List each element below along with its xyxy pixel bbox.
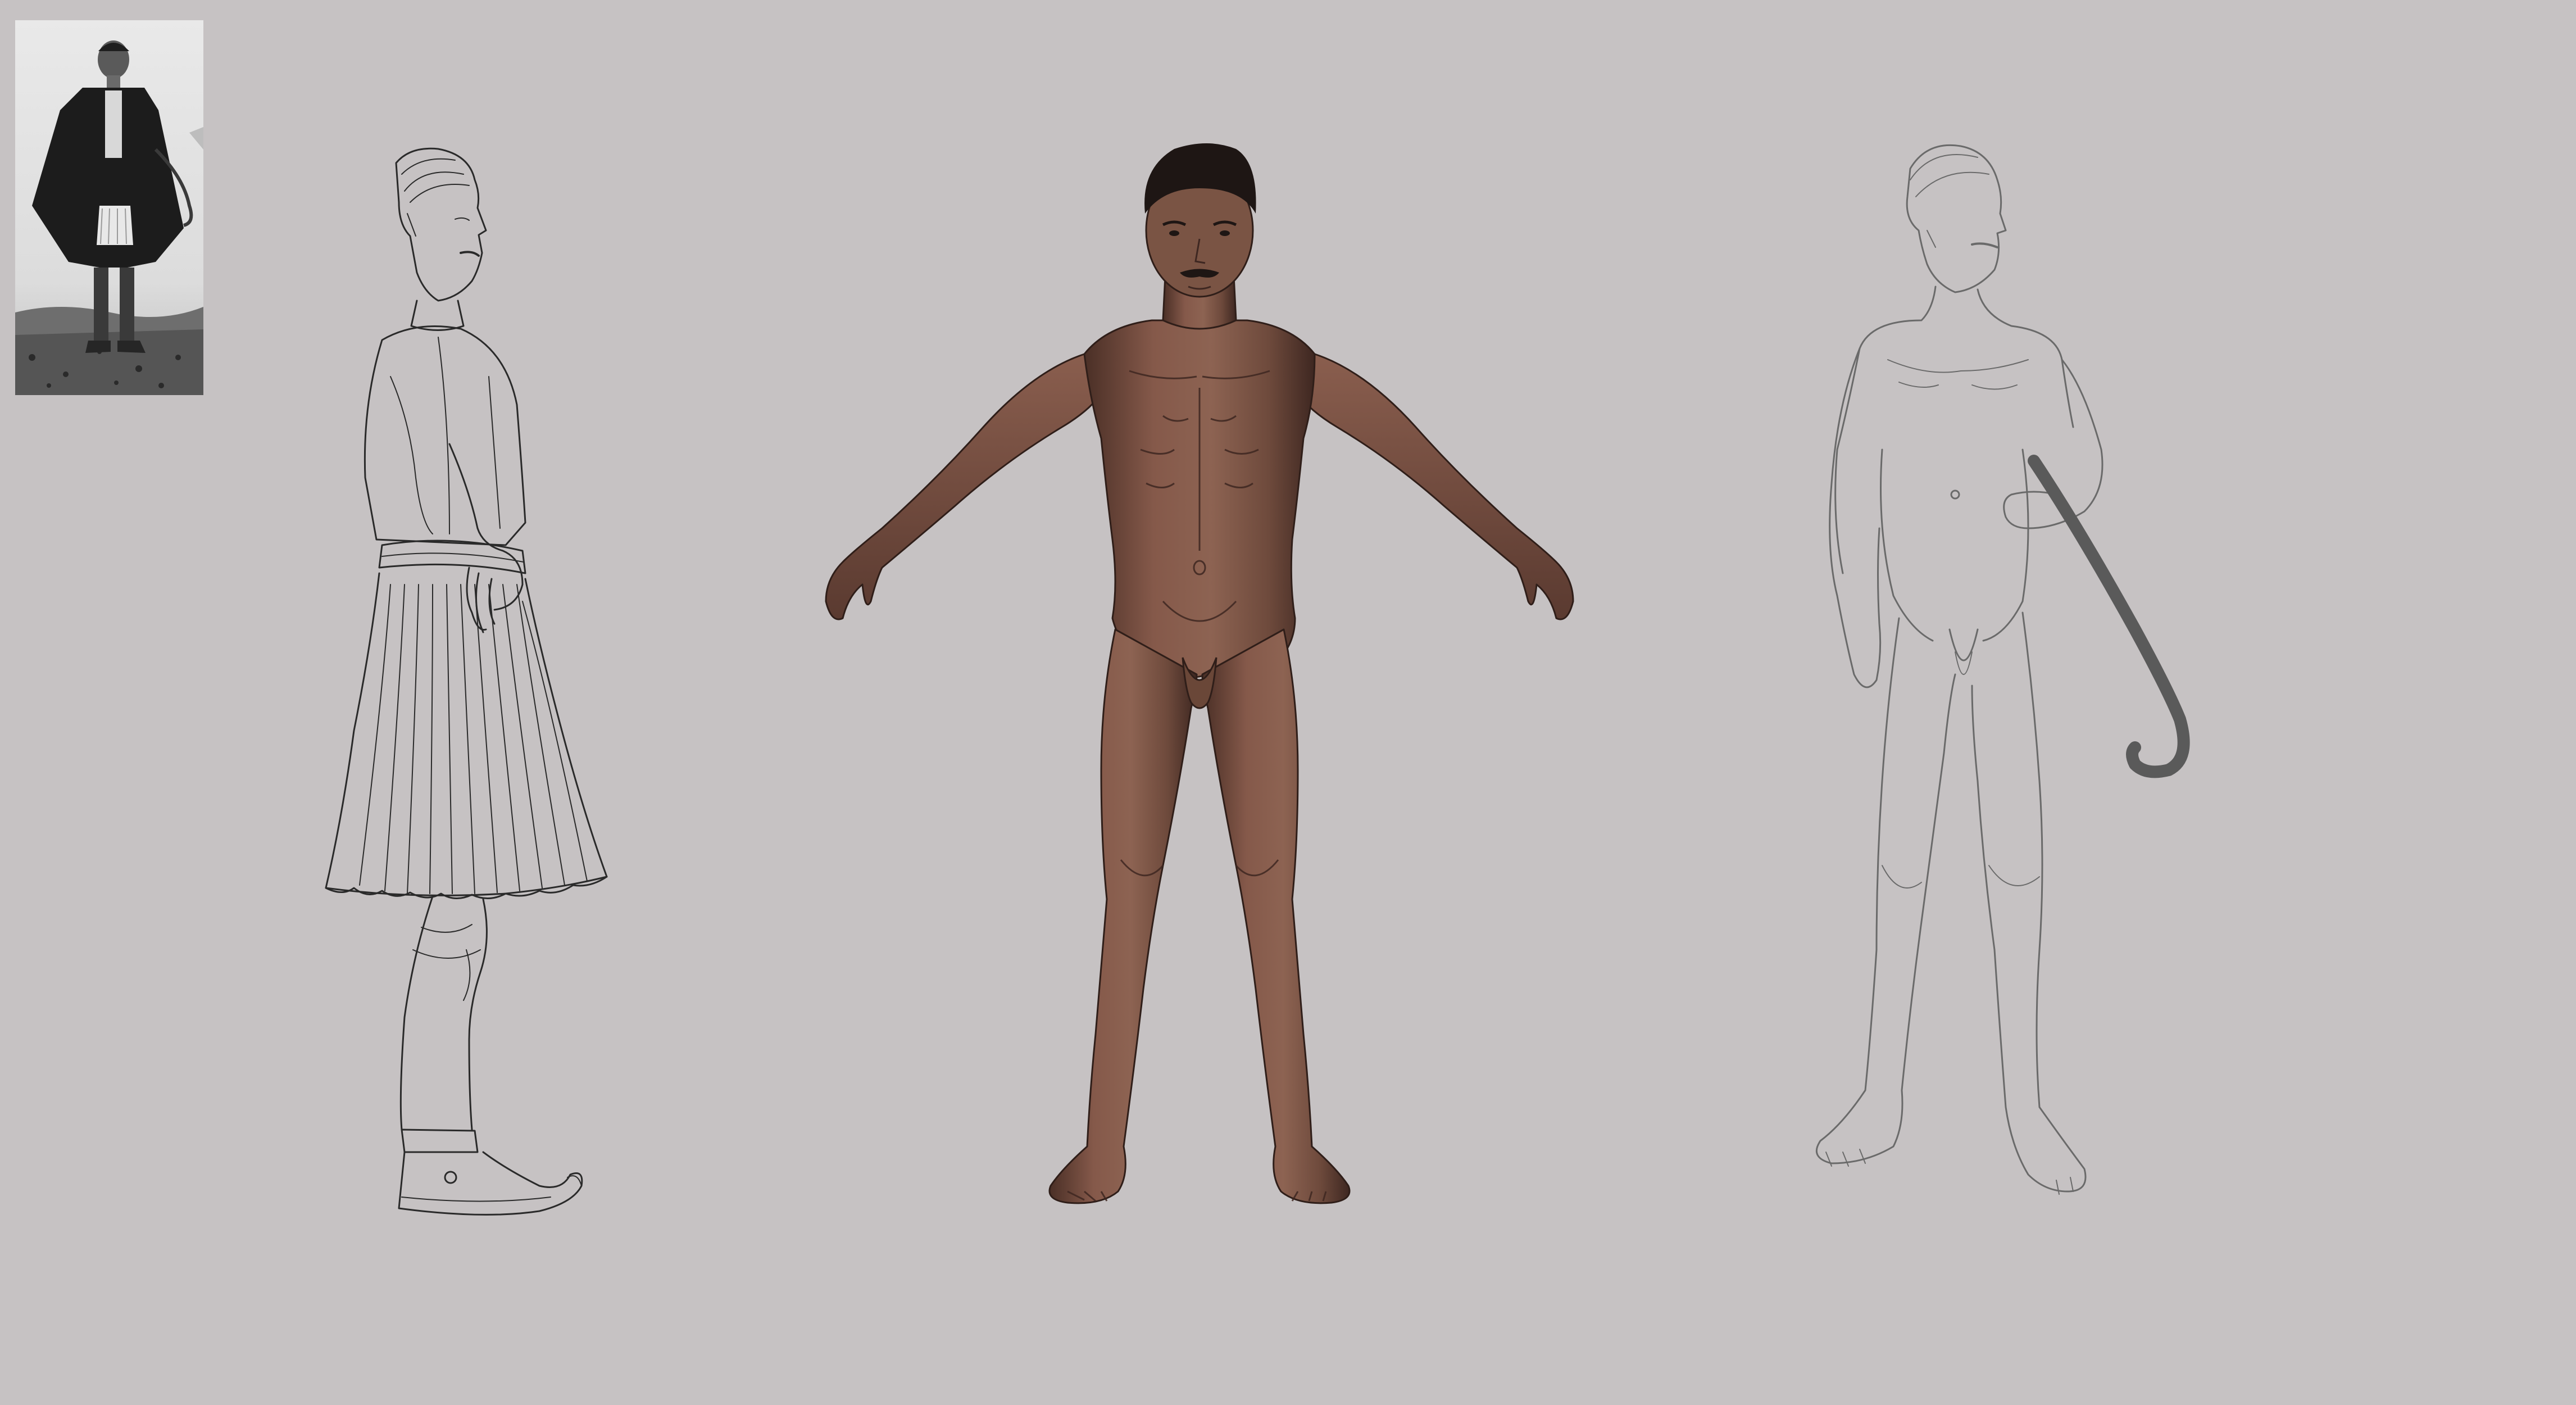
sketch2-torso <box>1834 285 2074 675</box>
three-quarter-sketch <box>1742 135 2247 1270</box>
sketch-head <box>395 147 487 302</box>
reference-photo <box>15 20 203 395</box>
sketch2-arms <box>1829 347 2103 688</box>
left-leg <box>1048 628 1198 1204</box>
front-painted-figure <box>770 135 1629 1259</box>
sketch-kilt <box>325 572 608 900</box>
sketch2-legs <box>1815 611 2087 1195</box>
right-arm <box>1297 353 1574 620</box>
artboard <box>0 0 2576 1405</box>
side-view-sketch <box>270 140 618 1253</box>
sketch-shoe <box>398 1128 583 1216</box>
shepherd-staff <box>2028 455 2190 778</box>
figure-head <box>1144 143 1256 298</box>
right-leg <box>1201 628 1351 1204</box>
sketch2-head <box>1906 144 2007 293</box>
sketch-shirt <box>364 300 526 546</box>
left-arm <box>825 353 1102 620</box>
sketch-leg <box>399 895 488 1131</box>
